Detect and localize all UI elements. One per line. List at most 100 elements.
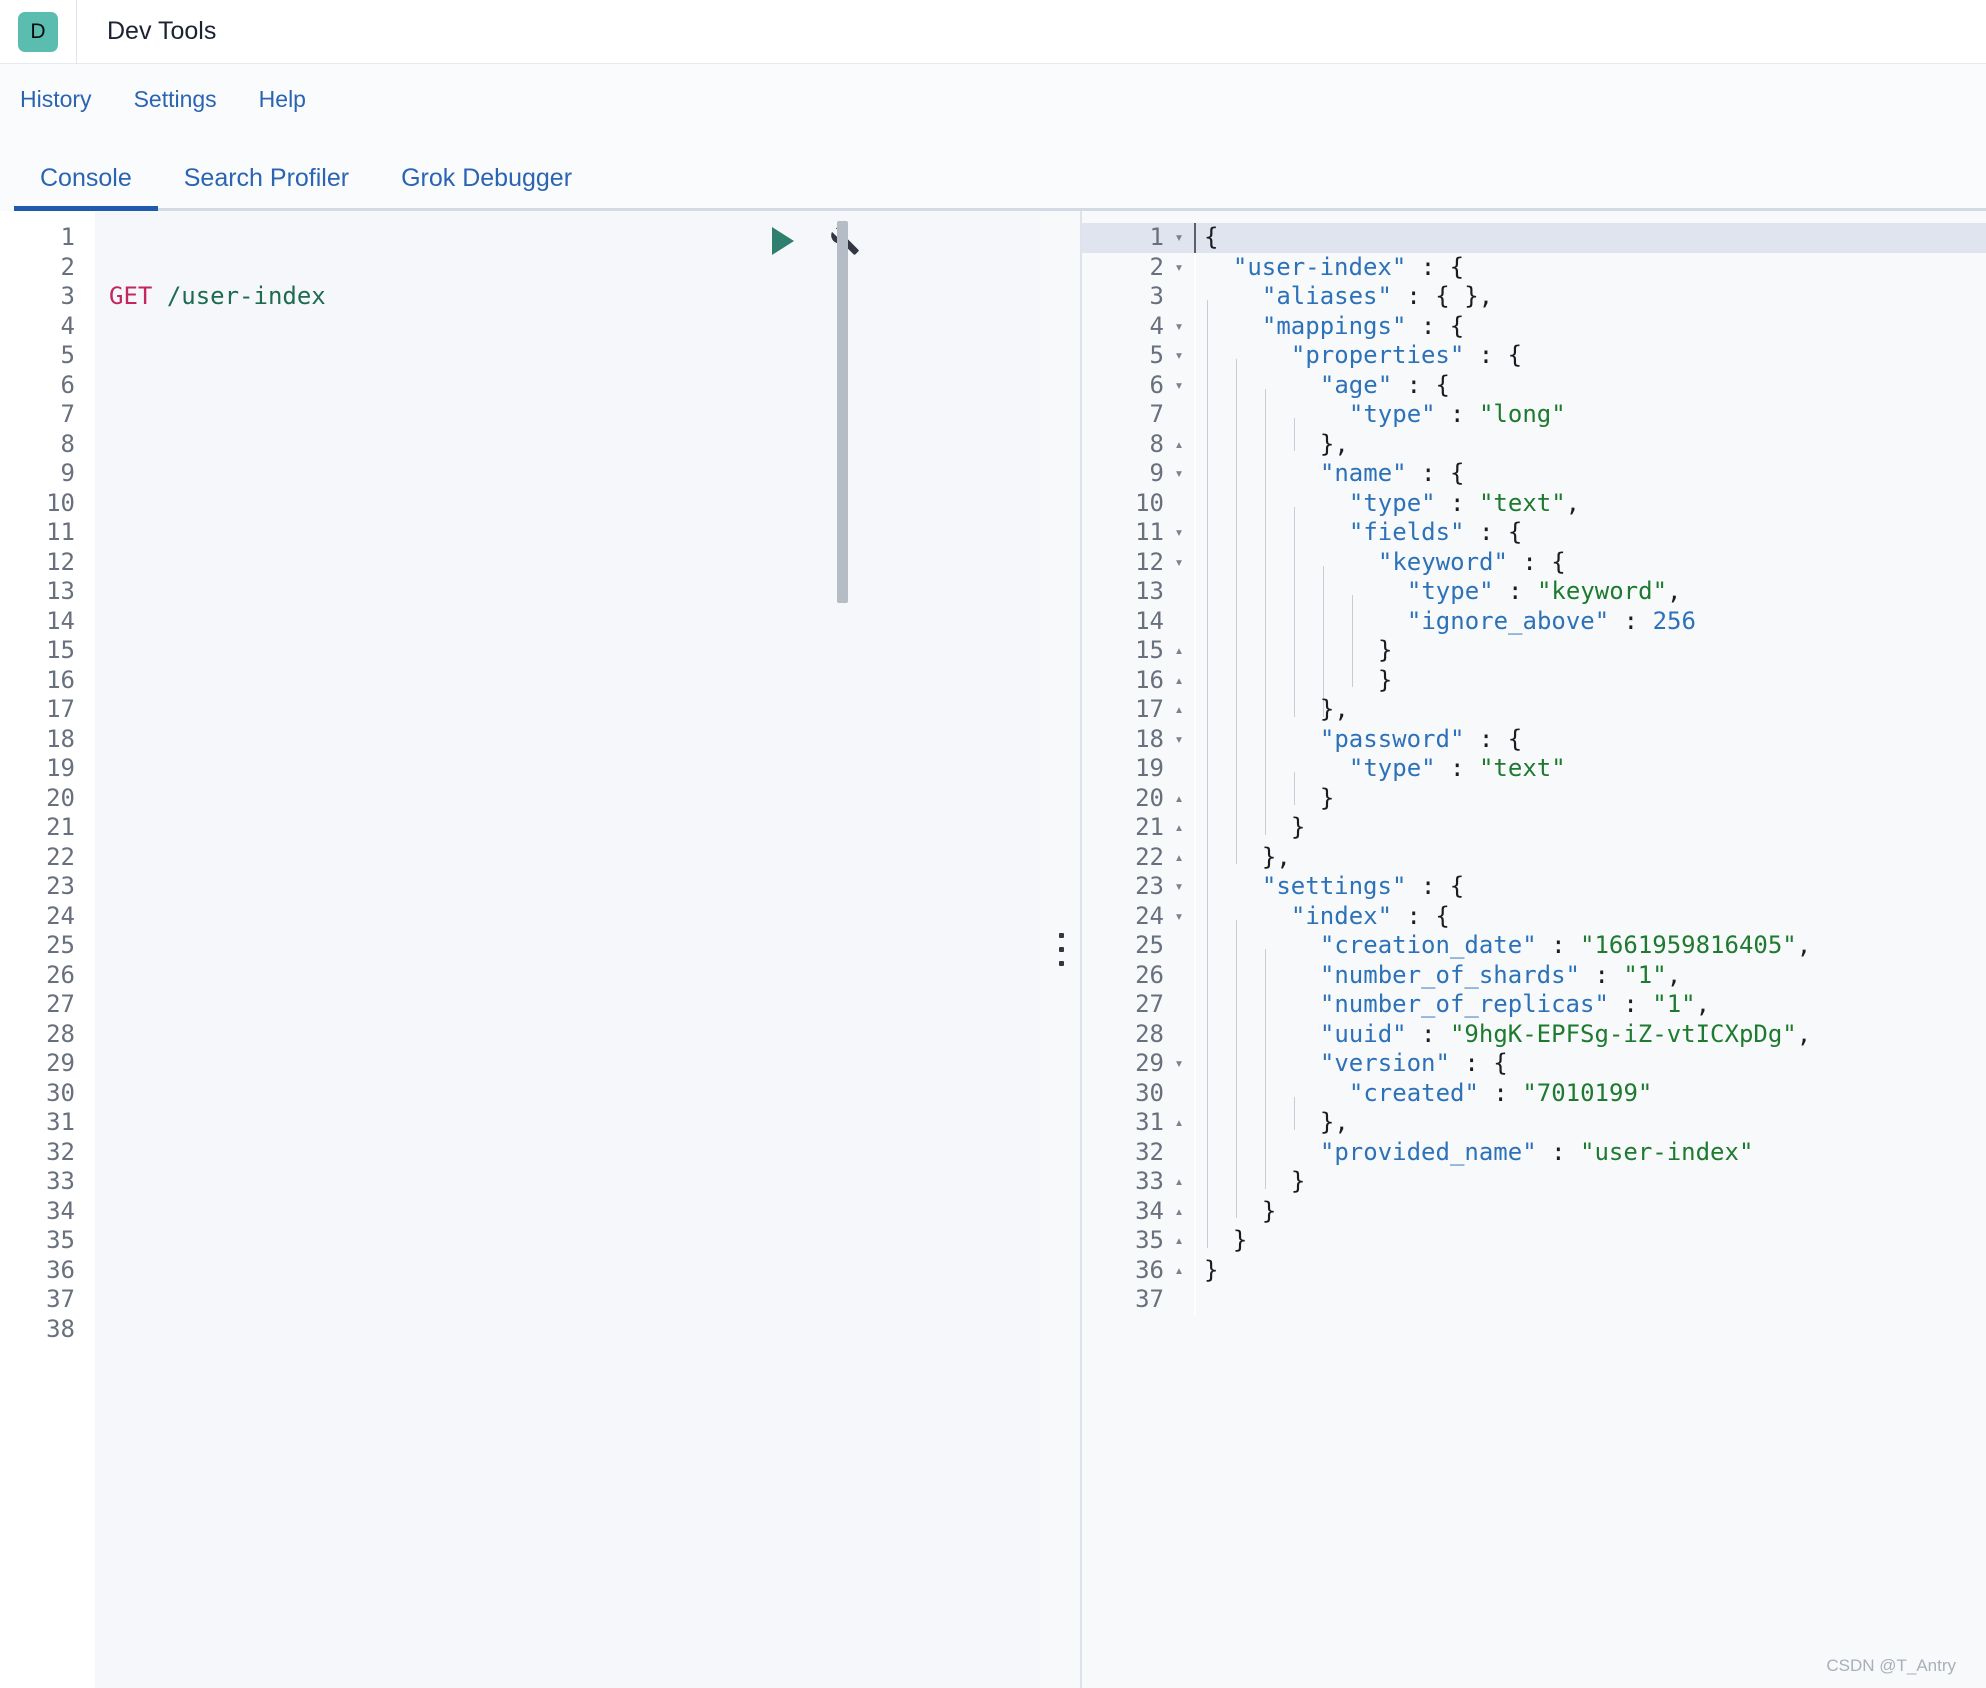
request-line-number: 15 [46, 636, 75, 664]
json-key: "properties" [1290, 341, 1465, 369]
fold-expand-icon[interactable]: ▴ [1164, 1167, 1194, 1197]
json-punctuation [1378, 607, 1407, 635]
json-value: "user-index" [1580, 1137, 1754, 1166]
json-key: "type" [1406, 577, 1494, 605]
response-line-text: "ignore_above" : 256 [1194, 606, 1986, 658]
pane-splitter-handle[interactable] [1040, 211, 1082, 1688]
json-value: "1661959816405" [1580, 931, 1797, 959]
response-line-number: 15 [1135, 636, 1164, 664]
fold-expand-icon[interactable]: ▴ [1164, 636, 1194, 666]
nav-link-settings[interactable]: Settings [128, 82, 223, 117]
request-line-number: 21 [46, 813, 75, 841]
response-line-number: 33 [1135, 1167, 1164, 1195]
response-line-number: 26 [1135, 960, 1164, 989]
response-line-number: 11 [1135, 518, 1164, 546]
json-key: "age" [1319, 370, 1393, 399]
response-row: 8 ▴ }, [1082, 429, 1986, 481]
request-editor-scrollbar[interactable] [837, 221, 848, 603]
response-row: 21 ▴ } [1082, 813, 1986, 864]
fold-expand-icon[interactable]: ▴ [1164, 813, 1194, 843]
response-line-text: "number_of_replicas" : "1", [1194, 990, 1986, 1041]
fold-collapse-icon[interactable]: ▾ [1164, 902, 1194, 932]
request-line-number: 34 [46, 1196, 75, 1225]
nav-link-help[interactable]: Help [253, 82, 312, 117]
json-punctuation: } [1349, 665, 1393, 694]
fold-expand-icon[interactable]: ▴ [1164, 666, 1194, 696]
json-punctuation: , [1796, 1019, 1812, 1048]
tab-console[interactable]: Console [14, 164, 158, 211]
fold-collapse-icon[interactable]: ▾ [1164, 371, 1194, 401]
request-line-number: 7 [60, 400, 75, 428]
fold-expand-icon[interactable]: ▴ [1164, 843, 1194, 873]
fold-expand-icon[interactable]: ▴ [1164, 430, 1194, 460]
request-line-numbers: 1 2 3 4 5 6 7 8 9 10 11 12 13 14 15 16 17 18 19 20 21 22 23 24 2… [0, 211, 95, 1688]
app-logo[interactable]: D [18, 11, 58, 52]
response-line-number: 3 [1149, 282, 1164, 310]
request-line-number: 2 [60, 252, 75, 281]
request-code-area[interactable]: GET /user-index [95, 211, 1040, 1688]
fold-collapse-icon[interactable]: ▾ [1164, 459, 1194, 489]
fold-expand-icon[interactable]: ▴ [1164, 784, 1194, 814]
fold-collapse-icon[interactable]: ▾ [1164, 223, 1194, 253]
response-line-text: "number_of_shards" : "1", [1194, 960, 1986, 1012]
fold-collapse-icon[interactable]: ▾ [1164, 548, 1194, 578]
request-line-number: 10 [46, 488, 75, 517]
response-line-text: } [1194, 1255, 1986, 1285]
response-line-number: 24 [1135, 901, 1164, 930]
fold-expand-icon[interactable]: ▴ [1164, 1256, 1194, 1286]
json-punctuation: : [1580, 960, 1624, 989]
response-row: 18 ▾ "password" : { [1082, 724, 1986, 776]
fold-expand-icon[interactable]: ▴ [1164, 1197, 1194, 1227]
response-row: 11 ▾ "fields" : { [1082, 518, 1986, 569]
response-row: 16 ▴ } [1082, 665, 1986, 717]
response-editor[interactable]: 1 ▾{2 ▾ "user-index" : {3 "aliases" : { },… [1082, 211, 1986, 1688]
fold-collapse-icon[interactable]: ▾ [1164, 725, 1194, 755]
json-key: "password" [1319, 724, 1465, 753]
response-line-text: "type" : "text", [1194, 488, 1986, 540]
fold-collapse-icon[interactable]: ▾ [1164, 872, 1194, 902]
json-punctuation [1291, 1020, 1320, 1048]
json-punctuation: : { [1464, 518, 1523, 546]
fold-expand-icon[interactable]: ▴ [1164, 1226, 1194, 1256]
response-line-number: 22 [1135, 842, 1164, 871]
response-line-text: } [1194, 783, 1986, 835]
tab-search-profiler[interactable]: Search Profiler [158, 164, 375, 211]
response-row: 31 ▴ }, [1082, 1108, 1986, 1159]
response-line-text: } [1194, 1167, 1986, 1218]
response-line-number: 9 [1149, 459, 1164, 487]
play-icon[interactable] [772, 227, 794, 255]
json-punctuation [1262, 341, 1291, 369]
request-line-number: 33 [46, 1167, 75, 1195]
request-line-number: 18 [46, 724, 75, 753]
json-key: "type" [1348, 400, 1436, 428]
json-punctuation: } [1291, 783, 1335, 812]
fold-collapse-icon[interactable]: ▾ [1164, 253, 1194, 283]
fold-collapse-icon[interactable]: ▾ [1164, 518, 1194, 548]
fold-collapse-icon[interactable]: ▾ [1164, 312, 1194, 342]
fold-expand-icon[interactable]: ▴ [1164, 1108, 1194, 1138]
request-editor[interactable]: 1 2 3 4 5 6 7 8 9 10 11 12 13 14 15 16 17 18 19 20 21 22 23 24 2… [0, 211, 1040, 1688]
request-line-number: 32 [46, 1137, 75, 1166]
response-rows-container: 1 ▾{2 ▾ "user-index" : {3 "aliases" : { },… [1082, 211, 1986, 1688]
http-method: GET [109, 282, 153, 310]
json-punctuation [1378, 577, 1407, 605]
tab-bar: Console Search Profiler Grok Debugger [0, 134, 1986, 211]
request-line-number: 35 [46, 1226, 75, 1254]
fold-expand-icon[interactable]: ▴ [1164, 695, 1194, 725]
json-punctuation: }, [1291, 695, 1349, 723]
json-value: "text" [1478, 488, 1566, 517]
json-punctuation: : [1435, 754, 1479, 782]
page-title: Dev Tools [107, 17, 217, 45]
fold-collapse-icon[interactable]: ▾ [1164, 1049, 1194, 1079]
json-punctuation: } [1233, 1196, 1277, 1225]
tab-grok-debugger[interactable]: Grok Debugger [375, 164, 598, 211]
json-punctuation: : [1536, 1137, 1581, 1166]
fold-collapse-icon[interactable]: ▾ [1164, 341, 1194, 371]
json-punctuation: : [1608, 990, 1653, 1018]
nav-link-history[interactable]: History [14, 82, 98, 117]
json-punctuation: { [1204, 223, 1219, 251]
